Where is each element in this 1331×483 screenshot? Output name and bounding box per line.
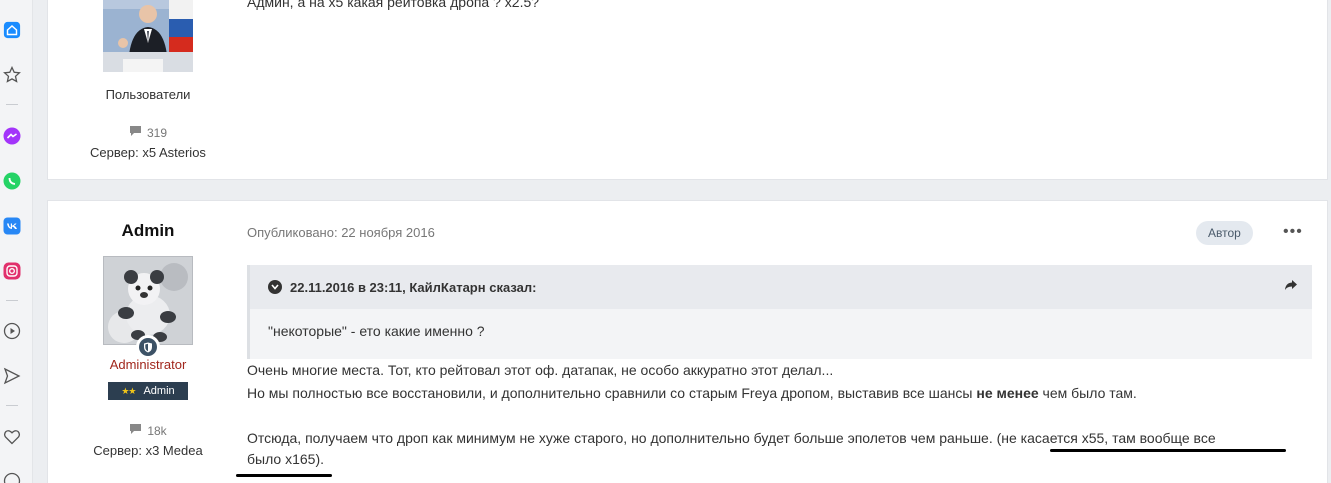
post-line-1: Очень многие места. Тот, кто рейтовал эт… [247, 362, 834, 378]
play-icon[interactable] [3, 322, 21, 340]
handwritten-underline [1050, 449, 1286, 452]
quote-block: 22.11.2016 в 23:11, КайлКатарн сказал: "… [247, 265, 1312, 359]
post-line-2-bold: не менее [976, 385, 1039, 401]
rank-badge: ★★ Admin [108, 382, 188, 400]
post-card-2: Admin Administrator ★★ Admin 18k Сервер:… [47, 200, 1328, 483]
admin-shield-icon [136, 335, 160, 359]
user-avatar[interactable] [103, 0, 193, 72]
author-avatar[interactable] [103, 256, 193, 345]
post-count: 18k [88, 423, 208, 438]
handwritten-underline [236, 474, 332, 477]
messenger-icon[interactable] [3, 127, 21, 145]
browser-sidebar [0, 0, 33, 483]
quote-text: "некоторые" - ето какие именно ? [268, 323, 485, 339]
chevron-down-icon[interactable] [268, 280, 282, 294]
post-line-2-start: Но мы полностью все восстановили, и допо… [247, 385, 977, 401]
rank-label: Admin [143, 385, 175, 397]
author-role: Administrator [109, 357, 187, 372]
user-server: Сервер: x3 Medea [93, 443, 203, 458]
post-line-2: Но мы полностью все восстановили, и допо… [247, 382, 1137, 404]
quote-citation: 22.11.2016 в 23:11, КайлКатарн сказал: [290, 279, 537, 295]
author-badge: Автор [1196, 221, 1253, 245]
post-date[interactable]: Опубликовано: 22 ноября 2016 [247, 225, 435, 240]
quote-header[interactable]: 22.11.2016 в 23:11, КайлКатарн сказал: [250, 265, 1312, 309]
post-line-3: Отсюда, получаем что дроп как минимум не… [247, 430, 1216, 446]
post-count-value: 18k [147, 423, 167, 438]
rank-stars-icon: ★★ [121, 385, 136, 396]
post-line-2-end: чем было там. [1038, 385, 1137, 401]
comment-icon [129, 423, 142, 438]
post-count-value: 319 [146, 125, 168, 140]
post-text: Админ, а на х5 какая рейтовка дропа ? х2… [247, 0, 540, 10]
share-icon[interactable] [1284, 279, 1298, 294]
post-menu-icon[interactable]: ••• [1283, 223, 1303, 241]
clock-icon[interactable] [3, 472, 21, 483]
send-icon[interactable] [3, 367, 21, 385]
post-card-1: Пользователи 319 Сервер: x5 Asterios Адм… [47, 0, 1328, 180]
home-icon[interactable] [3, 21, 21, 39]
post-line-4: было x165). [247, 451, 324, 467]
instagram-icon[interactable] [3, 262, 21, 280]
vk-icon[interactable] [3, 217, 21, 235]
post-count: 319 [88, 125, 208, 140]
star-icon[interactable] [3, 66, 21, 84]
comment-icon [129, 125, 142, 140]
user-server: Сервер: x5 Asterios [90, 145, 206, 160]
whatsapp-icon[interactable] [3, 172, 21, 190]
author-name[interactable]: Admin [103, 221, 193, 241]
heart-icon[interactable] [3, 428, 21, 446]
user-group: Пользователи [105, 87, 191, 102]
